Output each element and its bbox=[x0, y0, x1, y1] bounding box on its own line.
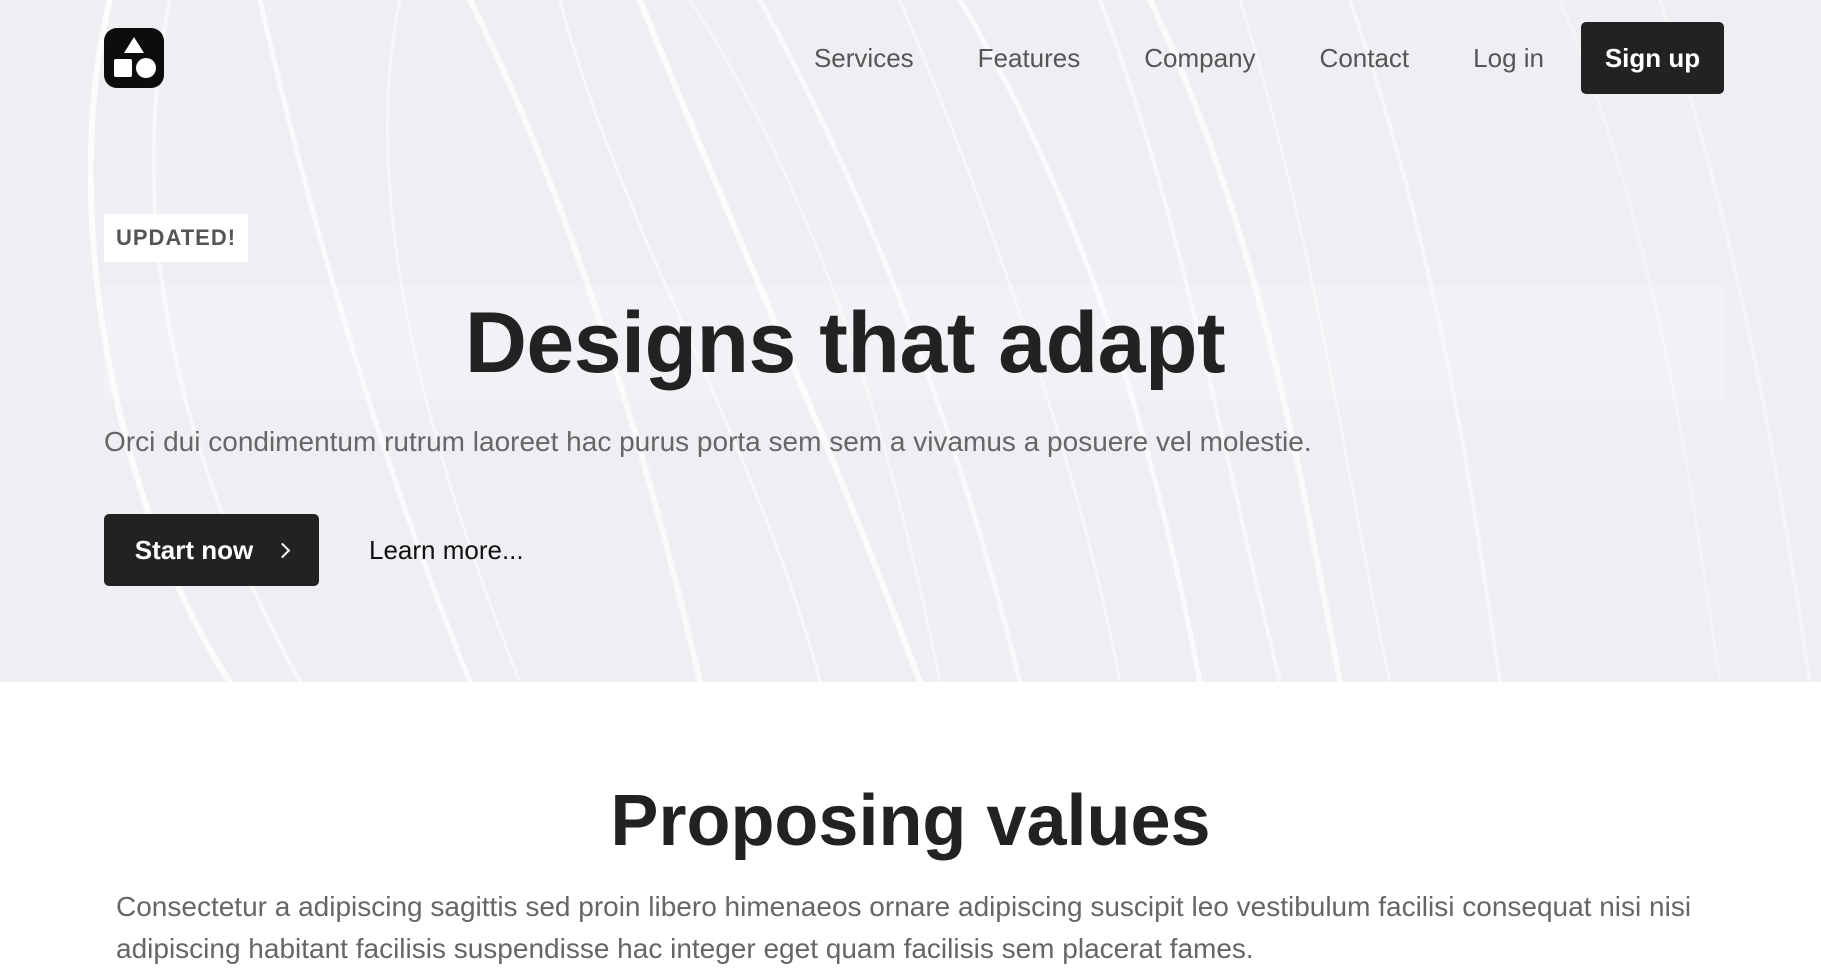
square-shape bbox=[114, 59, 132, 77]
start-now-button[interactable]: Start now bbox=[104, 514, 319, 586]
learn-more-link[interactable]: Learn more... bbox=[369, 535, 524, 566]
circle-shape bbox=[136, 58, 156, 78]
hero-section: Services Features Company Contact Log in… bbox=[0, 0, 1821, 682]
login-link[interactable]: Log in bbox=[1473, 43, 1544, 74]
nav-link-services[interactable]: Services bbox=[814, 43, 914, 74]
main-nav: Services Features Company Contact Log in… bbox=[814, 22, 1724, 94]
updated-badge: UPDATED! bbox=[104, 214, 249, 262]
values-title: Proposing values bbox=[610, 781, 1211, 861]
chevron-right-icon bbox=[274, 542, 291, 558]
start-now-label: Start now bbox=[134, 534, 254, 565]
nav-link-company[interactable]: Company bbox=[1144, 43, 1255, 74]
hero-title: Designs that adapt bbox=[464, 295, 1226, 391]
hero-subtitle: Orci dui condimentum rutrum laoreet hac … bbox=[104, 426, 1312, 457]
shapes-logo-icon[interactable] bbox=[104, 28, 164, 88]
hero-actions: Start now Learn more... bbox=[104, 514, 524, 586]
values-description: Consectetur a adipiscing sagittis sed pr… bbox=[116, 891, 1692, 964]
nav-link-features[interactable]: Features bbox=[978, 43, 1081, 74]
nav-link-contact[interactable]: Contact bbox=[1320, 43, 1410, 74]
sign-up-button[interactable]: Sign up bbox=[1581, 22, 1724, 94]
triangle-shape bbox=[124, 37, 144, 53]
